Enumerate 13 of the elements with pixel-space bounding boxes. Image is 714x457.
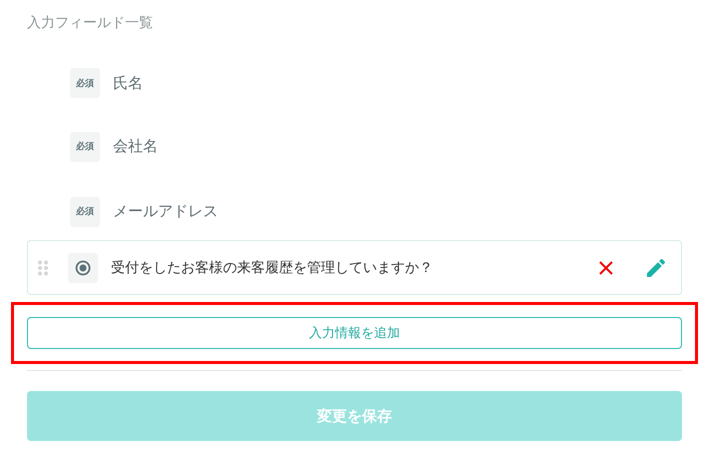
required-badge: 必須	[70, 68, 100, 98]
edit-icon[interactable]	[647, 258, 665, 276]
add-field-button[interactable]: 入力情報を追加	[27, 317, 682, 349]
radio-type-icon	[68, 252, 98, 282]
required-badge: 必須	[70, 132, 100, 162]
field-label: メールアドレス	[113, 202, 218, 221]
drag-handle-icon[interactable]	[38, 260, 48, 276]
field-label: 氏名	[113, 74, 143, 92]
field-label: 会社名	[113, 137, 158, 156]
field-label: 受付をしたお客様の来客履歴を管理していますか？	[111, 258, 434, 276]
section-title: 入力フィールド一覧	[27, 14, 154, 33]
delete-icon[interactable]	[599, 260, 613, 274]
required-badge: 必須	[70, 196, 100, 226]
